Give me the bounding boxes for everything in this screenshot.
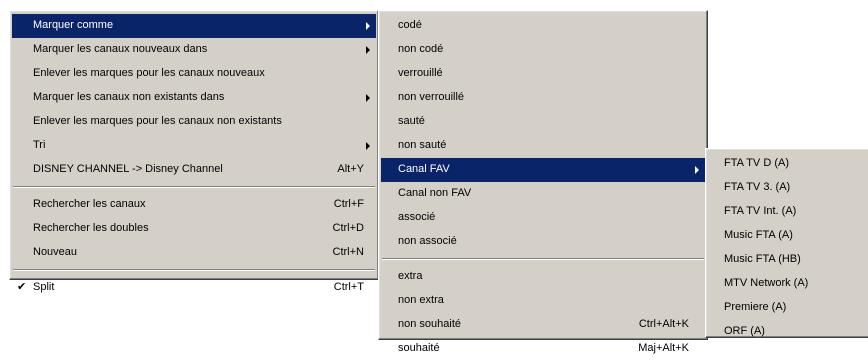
menu-item-label: codé [398, 19, 422, 31]
menu-item-label: FTA TV 3. (A) [724, 181, 791, 193]
menu-item-canal-non-fav[interactable]: Canal non FAV [381, 182, 705, 206]
menu-item-fav-list-8[interactable]: ORF (A) [708, 320, 868, 344]
menu-item-label: Marquer les canaux non existants dans [33, 91, 225, 103]
menu-item-label: FTA TV D (A) [724, 157, 789, 169]
menu-item-label: Nouveau [33, 246, 78, 258]
menu-item-label: Rechercher les canaux [33, 198, 146, 210]
menu-item-label: Canal FAV [398, 163, 450, 175]
menu-item-fav-list-4[interactable]: Music FTA (A) [708, 224, 868, 248]
menu-item-label: Premiere (A) [724, 301, 787, 313]
menu-item-shortcut: Ctrl+N [332, 246, 364, 258]
menu-item-enlever-nouveaux[interactable]: Enlever les marques pour les canaux nouv… [12, 62, 376, 86]
menu-item-shortcut: Ctrl+T [333, 281, 364, 293]
menu-item-enlever-non-existants[interactable]: Enlever les marques pour les canaux non … [12, 110, 376, 134]
menu-item-associe[interactable]: associé [381, 206, 705, 230]
menu-item-tri[interactable]: Tri [12, 134, 376, 158]
menu-item-label: Rechercher les doubles [33, 222, 149, 234]
menu-item-label: non codé [398, 43, 444, 55]
menu-item-marquer-non-existants[interactable]: Marquer les canaux non existants dans [12, 86, 376, 110]
menu-item-non-souhaite[interactable]: non souhaité Ctrl+Alt+K [381, 313, 705, 337]
submenu-arrow-icon [366, 94, 370, 102]
menu-item-label: non sauté [398, 139, 447, 151]
menu-item-shortcut: Ctrl+F [333, 198, 364, 210]
menu-item-split[interactable]: ✔ Split Ctrl+T [12, 276, 376, 300]
submenu-arrow-icon [366, 22, 370, 30]
submenu-marquer-comme: codé non codé verrouillé non verrouillé … [378, 10, 708, 354]
menu-separator [382, 258, 704, 260]
menu-item-label: non verrouillé [398, 91, 465, 103]
menu-item-label: Enlever les marques pour les canaux nouv… [33, 67, 265, 79]
menu-item-rechercher-doubles[interactable]: Rechercher les doubles Ctrl+D [12, 217, 376, 241]
menu-item-label: Marquer comme [33, 19, 114, 31]
menu-item-nouveau[interactable]: Nouveau Ctrl+N [12, 241, 376, 265]
checkmark-icon: ✔ [17, 281, 27, 293]
menu-item-label: MTV Network (A) [724, 277, 809, 289]
menu-item-label: non extra [398, 294, 444, 306]
menu-item-label: DISNEY CHANNEL -> Disney Channel [33, 163, 223, 175]
menu-separator [13, 269, 375, 271]
menu-item-fav-list-2[interactable]: FTA TV 3. (A) [708, 176, 868, 200]
context-menu-main: Marquer comme Marquer les canaux nouveau… [9, 10, 379, 293]
menu-item-label: Enlever les marques pour les canaux non … [33, 115, 282, 127]
menu-item-saute[interactable]: sauté [381, 110, 705, 134]
menu-item-fav-list-6[interactable]: MTV Network (A) [708, 272, 868, 296]
menu-item-label: Music FTA (A) [724, 229, 793, 241]
submenu-arrow-icon [366, 46, 370, 54]
menu-item-label: sauté [398, 115, 425, 127]
menu-item-disney-rename[interactable]: DISNEY CHANNEL -> Disney Channel Alt+Y [12, 158, 376, 182]
menu-item-shortcut: Ctrl+Alt+K [638, 318, 689, 330]
menu-item-rechercher-canaux[interactable]: Rechercher les canaux Ctrl+F [12, 193, 376, 217]
menu-item-label: verrouillé [398, 67, 443, 79]
menu-item-fav-list-5[interactable]: Music FTA (HB) [708, 248, 868, 272]
submenu-canal-fav: FTA TV D (A) FTA TV 3. (A) FTA TV Int. (… [705, 148, 868, 338]
menu-item-non-extra[interactable]: non extra [381, 289, 705, 313]
menu-item-shortcut: Ctrl+D [332, 222, 364, 234]
menu-item-label: ORF (A) [724, 325, 765, 337]
menu-item-shortcut: Alt+Y [337, 163, 364, 175]
menu-item-label: Split [33, 281, 55, 293]
menu-item-fav-list-7[interactable]: Premiere (A) [708, 296, 868, 320]
menu-item-non-code[interactable]: non codé [381, 38, 705, 62]
menu-item-label: Tri [33, 139, 46, 151]
menu-item-label: Music FTA (HB) [724, 253, 801, 265]
menu-item-fav-list-3[interactable]: FTA TV Int. (A) [708, 200, 868, 224]
menu-item-label: associé [398, 211, 436, 223]
submenu-arrow-icon [695, 166, 699, 174]
menu-item-label: Canal non FAV [398, 187, 472, 199]
submenu-arrow-icon [366, 142, 370, 150]
menu-separator [13, 186, 375, 188]
menu-item-label: souhaité [398, 342, 440, 354]
menu-item-label: extra [398, 270, 423, 282]
menu-item-shortcut: Maj+Alt+K [638, 342, 689, 354]
menu-item-fav-list-1[interactable]: FTA TV D (A) [708, 152, 868, 176]
menu-item-extra[interactable]: extra [381, 265, 705, 289]
menu-item-label: FTA TV Int. (A) [724, 205, 797, 217]
menu-item-non-associe[interactable]: non associé [381, 230, 705, 254]
menu-item-souhaite[interactable]: souhaité Maj+Alt+K [381, 337, 705, 361]
menu-item-marquer-comme[interactable]: Marquer comme [12, 14, 376, 38]
menu-item-verrouille[interactable]: verrouillé [381, 62, 705, 86]
menu-item-marquer-nouveaux[interactable]: Marquer les canaux nouveaux dans [12, 38, 376, 62]
menu-item-label: non souhaité [398, 318, 461, 330]
menu-item-non-verrouille[interactable]: non verrouillé [381, 86, 705, 110]
menu-item-non-saute[interactable]: non sauté [381, 134, 705, 158]
menu-item-code[interactable]: codé [381, 14, 705, 38]
menu-item-label: non associé [398, 235, 457, 247]
menu-item-label: Marquer les canaux nouveaux dans [33, 43, 208, 55]
menu-item-canal-fav[interactable]: Canal FAV [381, 158, 705, 182]
